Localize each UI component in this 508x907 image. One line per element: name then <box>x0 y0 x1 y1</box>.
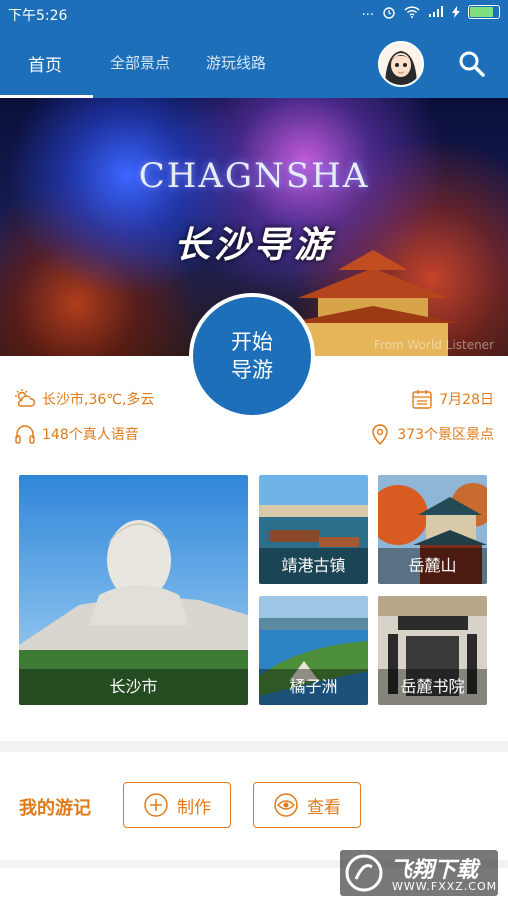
destination-label: 橘子洲 <box>259 669 368 705</box>
status-icons: ... <box>362 4 500 19</box>
plus-circle-icon <box>144 793 168 817</box>
wifi-icon <box>404 5 420 18</box>
weather-cloud-sun-icon <box>15 389 36 407</box>
create-journal-button[interactable]: 制作 <box>123 782 231 828</box>
location-pin-icon <box>372 424 389 445</box>
destination-label: 岳麓书院 <box>378 669 487 705</box>
weather-info: 长沙市,36℃,多云 <box>14 388 154 410</box>
start-tour-line1: 开始 <box>231 330 273 354</box>
eye-icon <box>274 793 298 817</box>
signal-icon <box>429 5 443 17</box>
view-journal-label: 查看 <box>307 797 341 818</box>
site-watermark: 飞翔下载 WWW.FXXZ.COM <box>340 850 498 896</box>
spots-info: 373个景区景点 <box>369 423 494 445</box>
journal-section: 我的游记 制作 查看 <box>0 752 508 860</box>
tab-routes[interactable]: 游玩线路 <box>206 52 266 73</box>
status-time: 下午5:26 <box>8 8 68 24</box>
create-journal-label: 制作 <box>177 797 211 818</box>
voices-info: 148个真人语音 <box>14 423 139 445</box>
banner-title-cn: 长沙导游 <box>173 224 334 266</box>
start-tour-button[interactable]: 开始 导游 <box>189 293 315 419</box>
tab-all-spots[interactable]: 全部景点 <box>110 52 170 73</box>
status-bar: 下午5:26 ... <box>0 0 508 27</box>
destination-label: 靖港古镇 <box>259 548 368 584</box>
headphones-icon <box>15 425 35 444</box>
destination-jinggang[interactable]: 靖港古镇 <box>259 475 368 584</box>
charging-icon <box>452 5 460 18</box>
voices-text: 148个真人语音 <box>42 427 139 443</box>
view-journal-button[interactable]: 查看 <box>253 782 361 828</box>
more-dots-icon: ... <box>361 4 374 19</box>
banner-title-en: CHAGNSHA <box>138 156 370 196</box>
destination-label: 岳麓山 <box>378 548 487 584</box>
date-info: 7月28日 <box>411 388 494 410</box>
avatar[interactable] <box>378 41 424 87</box>
site-logo-icon <box>345 854 383 892</box>
journal-heading: 我的游记 <box>19 798 91 819</box>
calendar-icon <box>412 390 432 409</box>
search-icon[interactable] <box>458 50 486 78</box>
date-text: 7月28日 <box>439 392 494 408</box>
watermark-url: WWW.FXXZ.COM <box>392 880 498 893</box>
top-nav: 首页 全部景点 游玩线路 <box>0 27 508 98</box>
battery-icon <box>468 4 500 19</box>
destination-yuelushan[interactable]: 岳麓山 <box>378 475 487 584</box>
destination-changsha[interactable]: 长沙市 <box>19 475 248 705</box>
banner-watermark: From World Listener <box>373 338 494 352</box>
destination-yuelu-academy[interactable]: 岳麓书院 <box>378 596 487 705</box>
destination-juzizhou[interactable]: 橘子洲 <box>259 596 368 705</box>
weather-text: 长沙市,36℃,多云 <box>42 392 155 408</box>
spots-text: 373个景区景点 <box>397 427 494 443</box>
start-tour-line2: 导游 <box>231 358 273 382</box>
destination-label: 长沙市 <box>19 669 248 705</box>
tab-home[interactable]: 首页 <box>28 51 62 76</box>
alarm-icon <box>383 6 395 19</box>
